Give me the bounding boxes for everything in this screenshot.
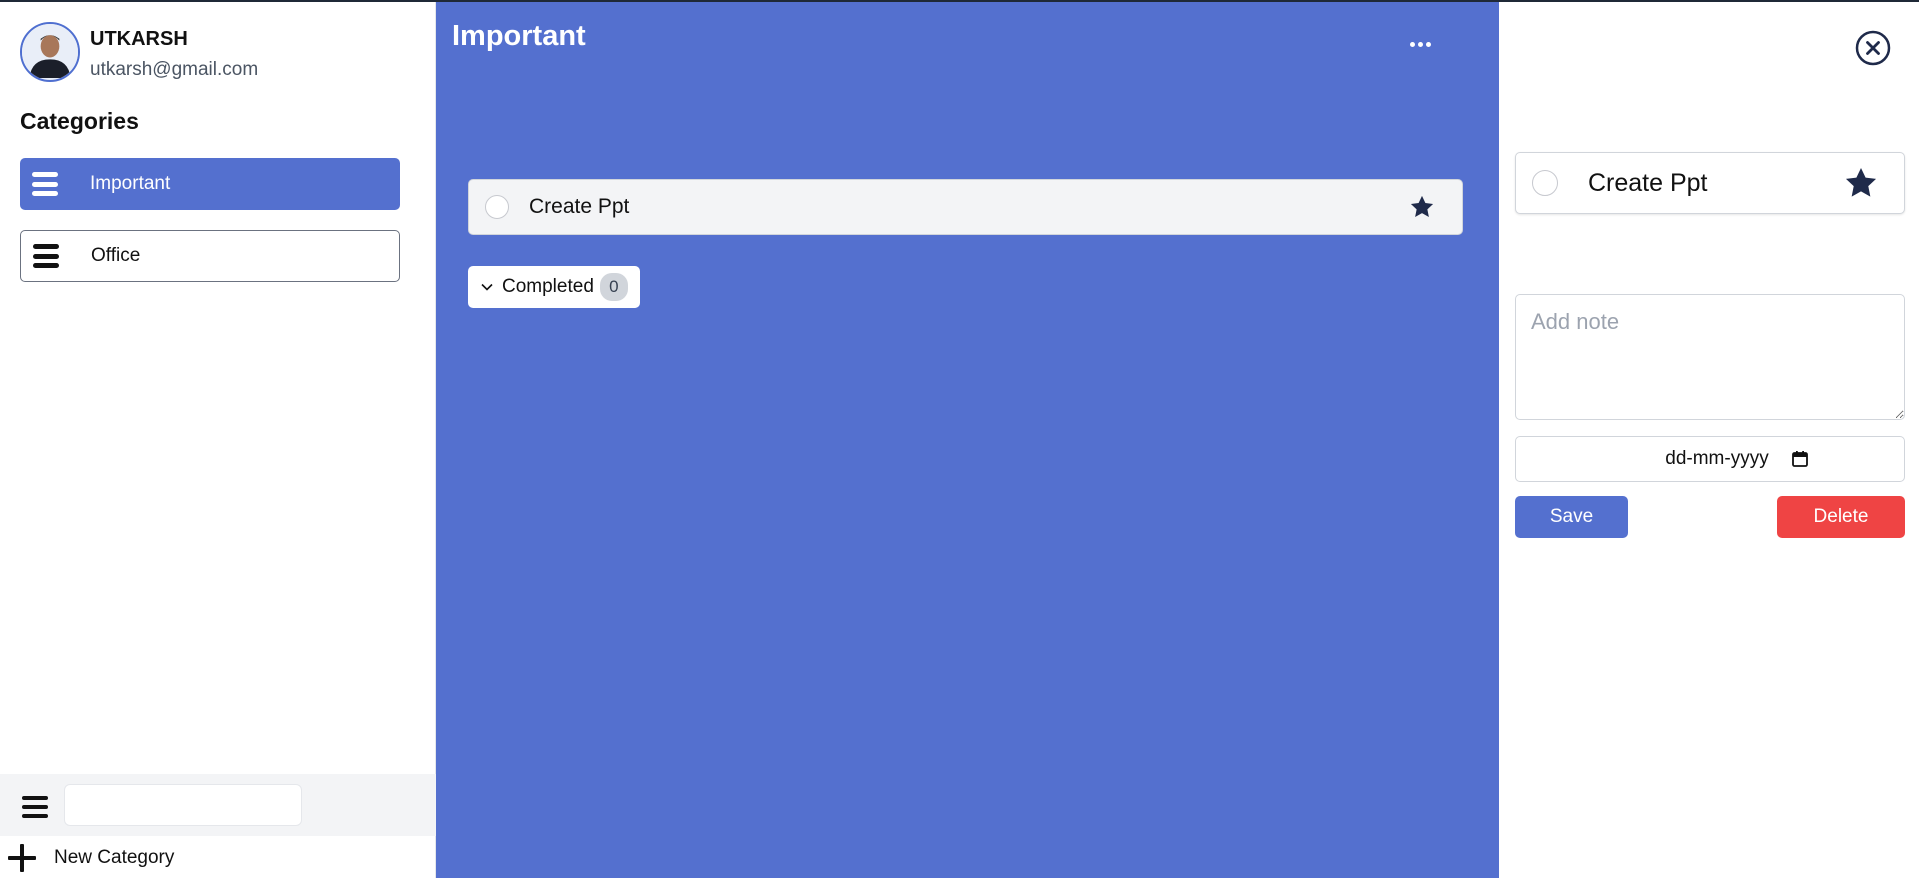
categories-heading: Categories [20, 108, 139, 134]
sidebar-item-label: Important [90, 173, 171, 194]
user-email: utkarsh@gmail.com [90, 59, 259, 80]
task-title: Create Ppt [529, 195, 630, 218]
detail-task-title[interactable]: Create Ppt [1588, 169, 1842, 198]
plus-icon [8, 844, 36, 872]
user-profile: UTKARSH utkarsh@gmail.com [20, 22, 258, 82]
task-complete-checkbox[interactable] [485, 195, 509, 219]
completed-label: Completed [502, 276, 594, 297]
sidebar: UTKARSH utkarsh@gmail.com Categories Imp… [0, 2, 436, 878]
page-title: Important [452, 20, 586, 52]
new-category-input[interactable] [64, 784, 302, 826]
hamburger-icon [33, 244, 59, 268]
sidebar-item-label: Office [91, 245, 141, 266]
new-category-label: New Category [54, 847, 175, 868]
task-details-panel: Create Ppt dd-mm-yyyy Save Delete [1499, 2, 1919, 878]
detail-complete-checkbox[interactable] [1532, 170, 1558, 196]
new-category-bar [0, 774, 436, 836]
hamburger-icon [32, 172, 58, 196]
delete-button[interactable]: Delete [1777, 496, 1905, 538]
sidebar-item-important[interactable]: Important [20, 158, 400, 210]
due-date-input[interactable]: dd-mm-yyyy [1515, 436, 1905, 482]
calendar-icon[interactable] [1791, 450, 1809, 468]
sidebar-item-office[interactable]: Office [20, 230, 400, 282]
star-icon[interactable] [1842, 164, 1880, 202]
detail-task-card: Create Ppt [1515, 152, 1905, 214]
chevron-down-icon [481, 283, 493, 291]
completed-count-badge: 0 [599, 273, 628, 301]
new-category-button[interactable]: New Category [8, 840, 174, 876]
menu-icon[interactable] [22, 796, 48, 818]
task-list-panel: Important Create Ppt Completed 0 [436, 2, 1499, 878]
completed-toggle[interactable]: Completed 0 [468, 266, 640, 308]
star-icon[interactable] [1408, 193, 1436, 221]
avatar-image [22, 24, 78, 78]
note-textarea[interactable] [1515, 294, 1905, 420]
task-item[interactable]: Create Ppt [468, 179, 1463, 235]
save-button[interactable]: Save [1515, 496, 1628, 538]
user-name: UTKARSH [90, 28, 188, 50]
avatar [20, 22, 80, 82]
close-icon[interactable] [1855, 30, 1891, 66]
date-placeholder: dd-mm-yyyy [1665, 448, 1769, 469]
ellipsis-icon[interactable] [1410, 42, 1431, 47]
